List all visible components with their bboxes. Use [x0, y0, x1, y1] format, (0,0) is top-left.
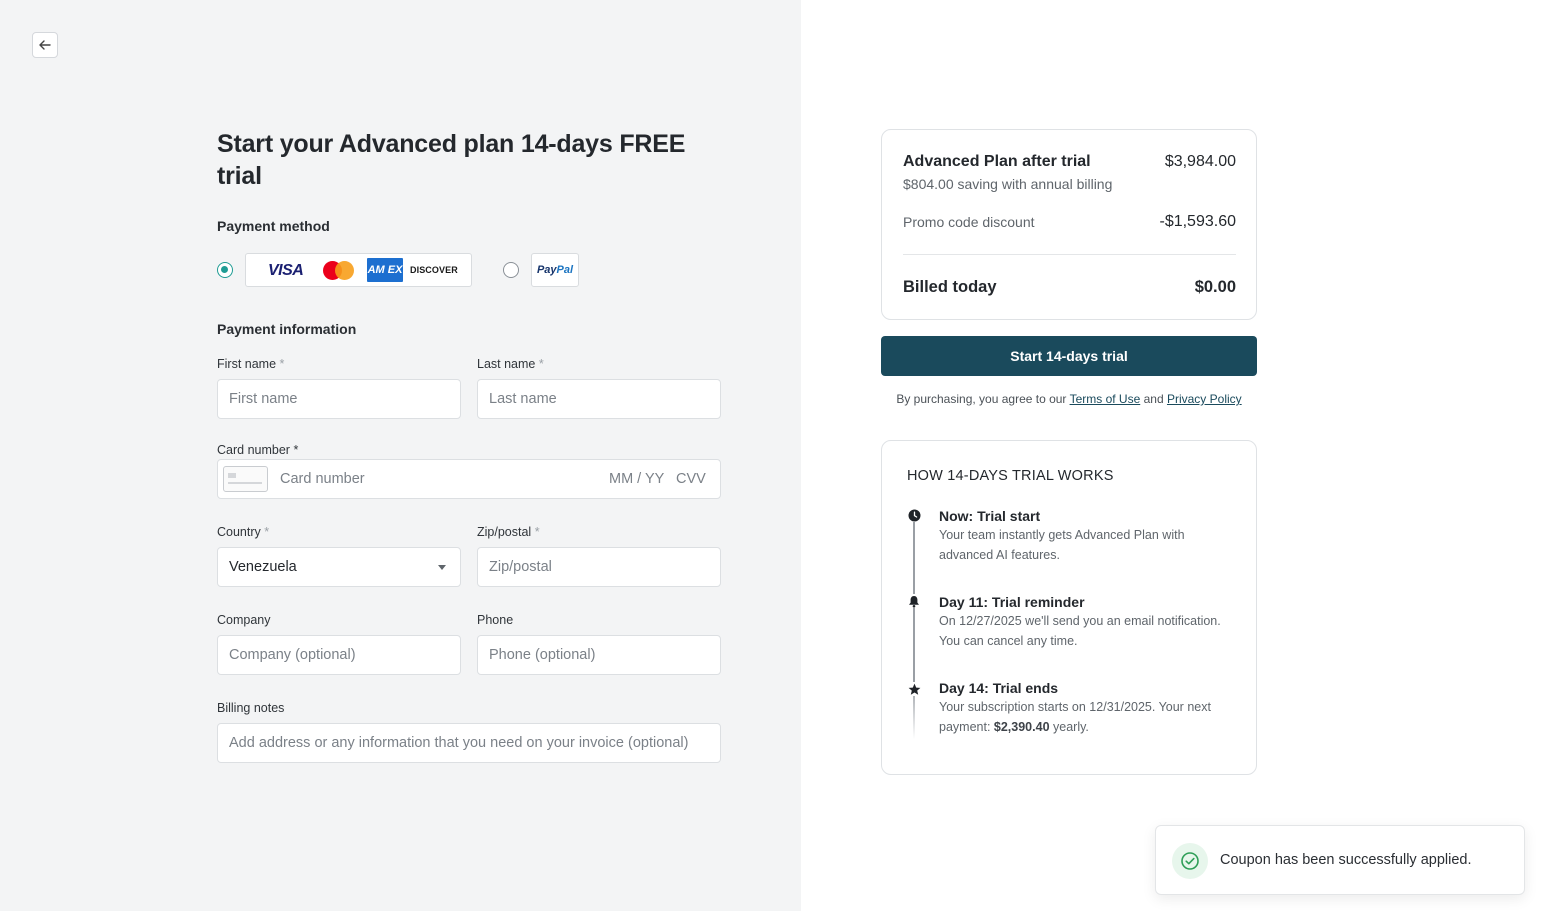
- check-circle-icon: [1172, 843, 1208, 879]
- amex-logo: AM EX: [367, 258, 403, 282]
- expiry-input[interactable]: MM / YY: [609, 471, 664, 487]
- plan-saving: $804.00 saving with annual billing: [903, 176, 1113, 192]
- page-title: Start your Advanced plan 14-days FREE tr…: [217, 130, 686, 190]
- card-number-label: Card number *: [217, 443, 299, 457]
- back-button[interactable]: [32, 32, 58, 58]
- billing-notes-input[interactable]: Add address or any information that you …: [217, 723, 721, 763]
- billed-today-value: $0.00: [1194, 278, 1236, 296]
- country-select[interactable]: Venezuela: [217, 547, 461, 587]
- bell-icon: [907, 594, 921, 608]
- visa-logo: VISA: [268, 262, 304, 279]
- company-label: Company: [217, 613, 271, 627]
- phone-input[interactable]: Phone (optional): [477, 635, 721, 675]
- country-label: Country *: [217, 525, 270, 539]
- payment-method-label: Payment method: [217, 218, 330, 234]
- toast-message: Coupon has been successfully applied.: [1220, 852, 1472, 868]
- last-name-input[interactable]: Last name: [477, 379, 721, 419]
- phone-label: Phone: [477, 613, 514, 627]
- plan-name: Advanced Plan after trial: [903, 153, 1091, 170]
- privacy-link[interactable]: Privacy Policy: [1167, 392, 1242, 406]
- caret-down-icon: [438, 565, 446, 570]
- clock-icon: [907, 508, 921, 522]
- left-pane: Start your Advanced plan 14-days FREE tr…: [0, 0, 801, 911]
- how-trial-works-title: HOW 14-DAYS TRIAL WORKS: [907, 468, 1114, 484]
- last-name-label: Last name *: [477, 357, 544, 371]
- checkout-form: Start your Advanced plan 14-days FREE tr…: [217, 128, 721, 763]
- timeline-line: [913, 515, 915, 739]
- summary-divider: [903, 254, 1236, 255]
- card-number-field[interactable]: Card number MM / YY CVV: [217, 459, 721, 499]
- country-value: Venezuela: [229, 559, 297, 575]
- step-description: Your team instantly gets Advanced Plan w…: [939, 528, 1185, 562]
- paypal-logo: PayPal: [536, 264, 574, 276]
- card-brands-option[interactable]: VISA AM EX DISCOVER: [245, 253, 472, 287]
- arrow-left-icon: [39, 40, 51, 50]
- plan-price: $3,984.00: [1164, 153, 1236, 170]
- first-name-label: First name *: [217, 357, 285, 371]
- star-icon: [907, 682, 921, 696]
- promo-discount-value: -$1,593.60: [1159, 213, 1236, 230]
- billing-notes-label: Billing notes: [217, 701, 285, 715]
- step-description: Your subscription starts on 12/31/2025. …: [939, 700, 1211, 734]
- right-pane: Advanced Plan after trial $3,984.00 $804…: [801, 0, 1541, 911]
- card-number-input[interactable]: Card number: [280, 471, 365, 487]
- first-name-input[interactable]: First name: [217, 379, 461, 419]
- billed-today-label: Billed today: [903, 278, 997, 296]
- terms-link[interactable]: Terms of Use: [1070, 392, 1141, 406]
- success-toast: Coupon has been successfully applied.: [1155, 825, 1525, 895]
- payment-info-label: Payment information: [217, 321, 357, 337]
- mastercard-logo-overlap: [335, 261, 354, 280]
- promo-discount-label: Promo code discount: [903, 214, 1035, 230]
- payment-method-options: VISA AM EX DISCOVER PayPal: [217, 253, 721, 287]
- legal-text: By purchasing, you agree to our Terms of…: [896, 392, 1242, 406]
- how-trial-works-card: HOW 14-DAYS TRIAL WORKS Now: Trial start…: [881, 440, 1257, 775]
- step-title: Day 11: Trial reminder: [939, 594, 1085, 610]
- step-title: Day 14: Trial ends: [939, 680, 1059, 696]
- paypal-option[interactable]: PayPal: [531, 253, 579, 287]
- step-description: On 12/27/2025 we'll send you an email no…: [939, 614, 1221, 648]
- order-summary-card: Advanced Plan after trial $3,984.00 $804…: [881, 129, 1257, 320]
- paypal-radio[interactable]: [503, 262, 519, 278]
- discover-logo: DISCOVER: [410, 265, 458, 275]
- card-radio[interactable]: [217, 262, 233, 278]
- zip-input[interactable]: Zip/postal: [477, 547, 721, 587]
- company-input[interactable]: Company (optional): [217, 635, 461, 675]
- credit-card-icon: [223, 466, 268, 492]
- start-trial-button[interactable]: Start 14-days trial: [881, 336, 1257, 376]
- cvv-input[interactable]: CVV: [676, 471, 706, 487]
- step-title: Now: Trial start: [939, 508, 1041, 524]
- zip-label: Zip/postal *: [477, 525, 540, 539]
